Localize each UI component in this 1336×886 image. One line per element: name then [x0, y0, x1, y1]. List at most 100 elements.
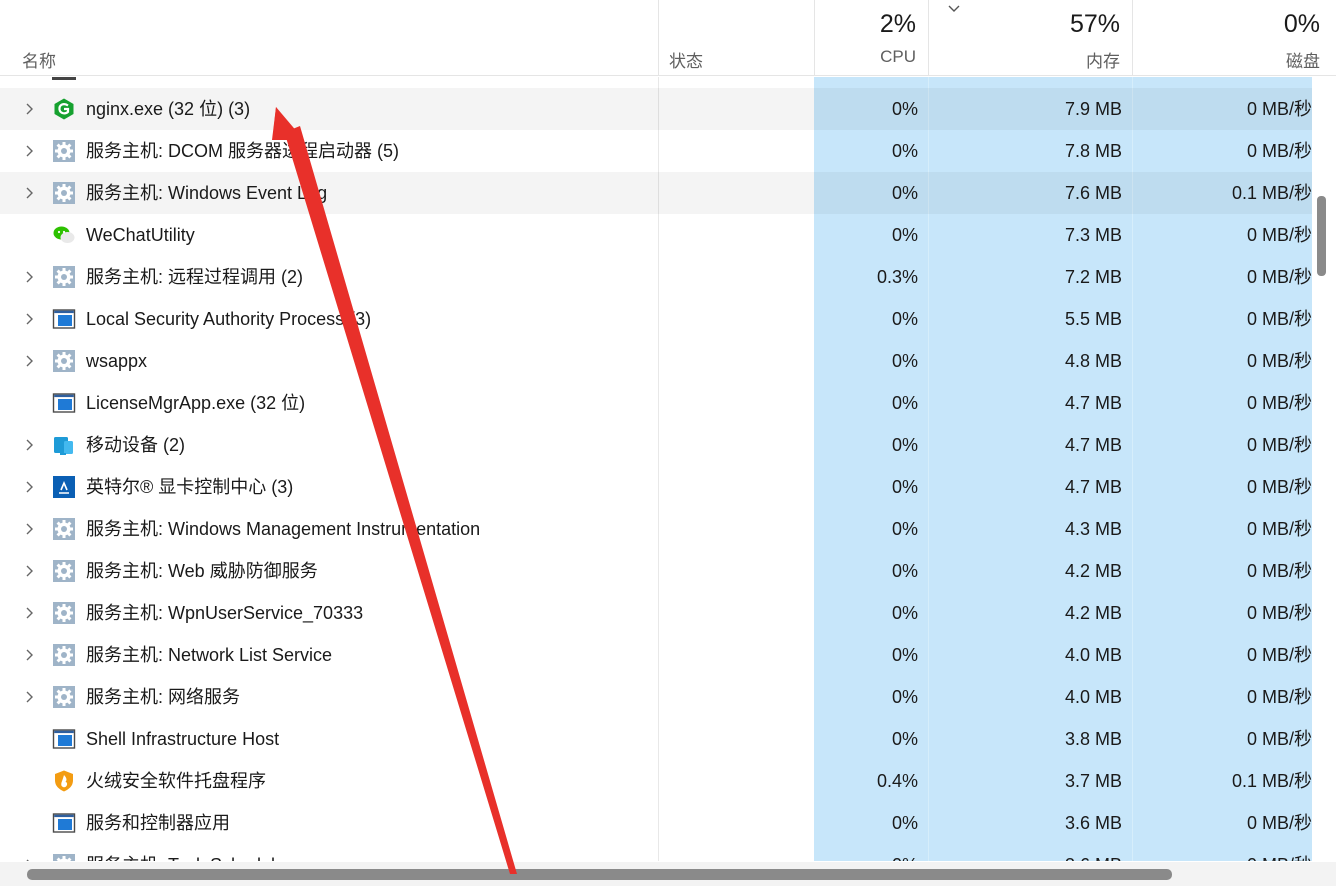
chevron-right-icon[interactable] — [22, 480, 36, 494]
process-row[interactable]: Shell Infrastructure Host 0% 3.8 MB 0 MB/秒 — [0, 718, 1312, 760]
process-name: 火绒安全软件托盘程序 — [86, 771, 266, 791]
chevron-right-icon[interactable] — [22, 438, 36, 452]
gear-icon — [52, 181, 76, 205]
column-header-disk[interactable]: 0% 磁盘 — [1132, 0, 1332, 76]
process-name: wsappx — [86, 351, 148, 371]
process-name: LicenseMgrApp.exe (32 位) — [86, 393, 306, 413]
window-icon — [52, 811, 76, 835]
disk-usage: 0.1 MB/秒 — [1231, 183, 1312, 203]
disk-usage: 0 MB/秒 — [1246, 351, 1312, 371]
chevron-right-icon[interactable] — [22, 522, 36, 536]
intel-graphics-icon — [52, 475, 76, 499]
memory-usage: 4.0 MB — [1064, 687, 1122, 707]
process-row[interactable]: nginx.exe (32 位) (3) 0% 7.9 MB 0 MB/秒 — [0, 88, 1312, 130]
memory-usage: 7.8 MB — [1064, 141, 1122, 161]
memory-total-percent: 57% — [1069, 10, 1120, 38]
chevron-right-icon[interactable] — [22, 648, 36, 662]
gear-icon — [52, 685, 76, 709]
process-row[interactable]: 服务主机: DCOM 服务器进程启动器 (5) 0% 7.8 MB 0 MB/秒 — [0, 130, 1312, 172]
status-header-label: 状态 — [669, 52, 703, 71]
disk-header-label: 磁盘 — [1286, 52, 1320, 71]
process-list[interactable]: nginx.exe (32 位) (3) 0% 7.9 MB 0 MB/秒 服务主机: … — [0, 77, 1336, 861]
gear-icon — [52, 853, 76, 861]
process-row[interactable]: 服务主机: 远程过程调用 (2) 0.3% 7.2 MB 0 MB/秒 — [0, 256, 1312, 298]
column-header-name[interactable]: 名称 — [0, 0, 658, 76]
process-name: 服务主机: WpnUserService_70333 — [86, 603, 364, 623]
window-icon — [52, 727, 76, 751]
disk-usage: 0 MB/秒 — [1246, 225, 1312, 245]
process-row[interactable]: Local Security Authority Process (3) 0% 5.… — [0, 298, 1312, 340]
cpu-usage: 0% — [891, 393, 918, 413]
disk-usage: 0 MB/秒 — [1132, 844, 1312, 861]
memory-usage: 4.3 MB — [1064, 519, 1122, 539]
process-name: 服务主机: Windows Management Instrumentation — [86, 519, 481, 539]
gear-icon — [52, 349, 76, 373]
cpu-usage: 0% — [891, 561, 918, 581]
process-row[interactable]: WeChatUtility 0% 7.3 MB 0 MB/秒 — [0, 214, 1312, 256]
cpu-usage: 0% — [891, 477, 918, 497]
disk-usage: 0 MB/秒 — [1246, 603, 1312, 623]
horizontal-scrollbar-thumb[interactable] — [27, 869, 1172, 880]
process-row[interactable]: 服务主机: Task Scheduler 0% 3.6 MB 0 MB/秒 — [0, 844, 1312, 861]
disk-usage: 0 MB/秒 — [1246, 687, 1312, 707]
memory-usage: 4.2 MB — [1064, 561, 1122, 581]
column-header-memory[interactable]: 57% 内存 — [928, 0, 1132, 76]
wechat-icon — [52, 223, 76, 247]
cpu-usage: 0% — [891, 351, 918, 371]
process-name: Local Security Authority Process (3) — [86, 309, 372, 329]
cpu-header-label: CPU — [880, 47, 916, 66]
memory-usage: 3.6 MB — [928, 844, 1122, 861]
memory-usage: 4.2 MB — [1064, 603, 1122, 623]
disk-usage: 0 MB/秒 — [1246, 141, 1312, 161]
process-row[interactable]: 服务主机: Windows Management Instrumentation… — [0, 508, 1312, 550]
process-name: 服务主机: Task Scheduler — [86, 844, 656, 861]
chevron-right-icon[interactable] — [22, 312, 36, 326]
chevron-right-icon[interactable] — [22, 102, 36, 116]
column-header-cpu[interactable]: 2% CPU — [814, 0, 928, 76]
cpu-usage: 0% — [891, 813, 918, 833]
process-row[interactable]: 服务主机: WpnUserService_70333 0% 4.2 MB 0 MB/秒 — [0, 592, 1312, 634]
chevron-right-icon[interactable] — [22, 144, 36, 158]
chevron-right-icon[interactable] — [22, 354, 36, 368]
chevron-right-icon[interactable] — [22, 270, 36, 284]
process-name: 服务主机: Web 威胁防御服务 — [86, 561, 318, 581]
process-row[interactable]: 移动设备 (2) 0% 4.7 MB 0 MB/秒 — [0, 424, 1312, 466]
disk-usage: 0 MB/秒 — [1246, 99, 1312, 119]
window-icon — [52, 307, 76, 331]
column-header-status[interactable]: 状态 — [658, 0, 814, 76]
process-name: 服务主机: Network List Service — [86, 645, 333, 665]
vertical-scrollbar-thumb[interactable] — [1317, 196, 1326, 276]
process-row[interactable]: 服务主机: Web 威胁防御服务 0% 4.2 MB 0 MB/秒 — [0, 550, 1312, 592]
memory-usage: 7.6 MB — [1064, 183, 1122, 203]
chevron-right-icon[interactable] — [22, 858, 36, 861]
process-row[interactable]: wsappx 0% 4.8 MB 0 MB/秒 — [0, 340, 1312, 382]
cpu-usage: 0% — [891, 435, 918, 455]
memory-usage: 7.9 MB — [1064, 99, 1122, 119]
process-row[interactable]: 服务主机: Network List Service 0% 4.0 MB 0 MB/秒 — [0, 634, 1312, 676]
process-row[interactable]: 服务和控制器应用 0% 3.6 MB 0 MB/秒 — [0, 802, 1312, 844]
chevron-right-icon[interactable] — [22, 606, 36, 620]
disk-usage: 0 MB/秒 — [1246, 267, 1312, 287]
chevron-right-icon[interactable] — [22, 690, 36, 704]
process-name: 服务主机: 远程过程调用 (2) — [86, 267, 304, 287]
gear-icon — [52, 517, 76, 541]
process-row[interactable]: 服务主机: 网络服务 0% 4.0 MB 0 MB/秒 — [0, 676, 1312, 718]
chevron-right-icon[interactable] — [22, 564, 36, 578]
process-row[interactable]: 火绒安全软件托盘程序 0.4% 3.7 MB 0.1 MB/秒 — [0, 760, 1312, 802]
cpu-usage: 0% — [891, 687, 918, 707]
process-row[interactable]: LicenseMgrApp.exe (32 位) 0% 4.7 MB 0 MB/秒 — [0, 382, 1312, 424]
process-row[interactable]: 服务主机: Windows Event Log 0% 7.6 MB 0.1 MB/秒 — [0, 172, 1312, 214]
memory-usage: 3.6 MB — [1064, 813, 1122, 833]
disk-total-percent: 0% — [1283, 10, 1320, 38]
chevron-right-icon[interactable] — [22, 186, 36, 200]
cpu-usage: 0% — [891, 99, 918, 119]
gear-icon — [52, 265, 76, 289]
cpu-usage: 0% — [891, 603, 918, 623]
disk-usage: 0 MB/秒 — [1246, 435, 1312, 455]
process-row[interactable]: 英特尔® 显卡控制中心 (3) 0% 4.7 MB 0 MB/秒 — [0, 466, 1312, 508]
process-name: WeChatUtility — [86, 225, 195, 245]
cpu-usage: 0% — [891, 645, 918, 665]
memory-usage: 4.7 MB — [1064, 477, 1122, 497]
chevron-down-icon — [948, 5, 960, 12]
disk-usage: 0 MB/秒 — [1246, 813, 1312, 833]
